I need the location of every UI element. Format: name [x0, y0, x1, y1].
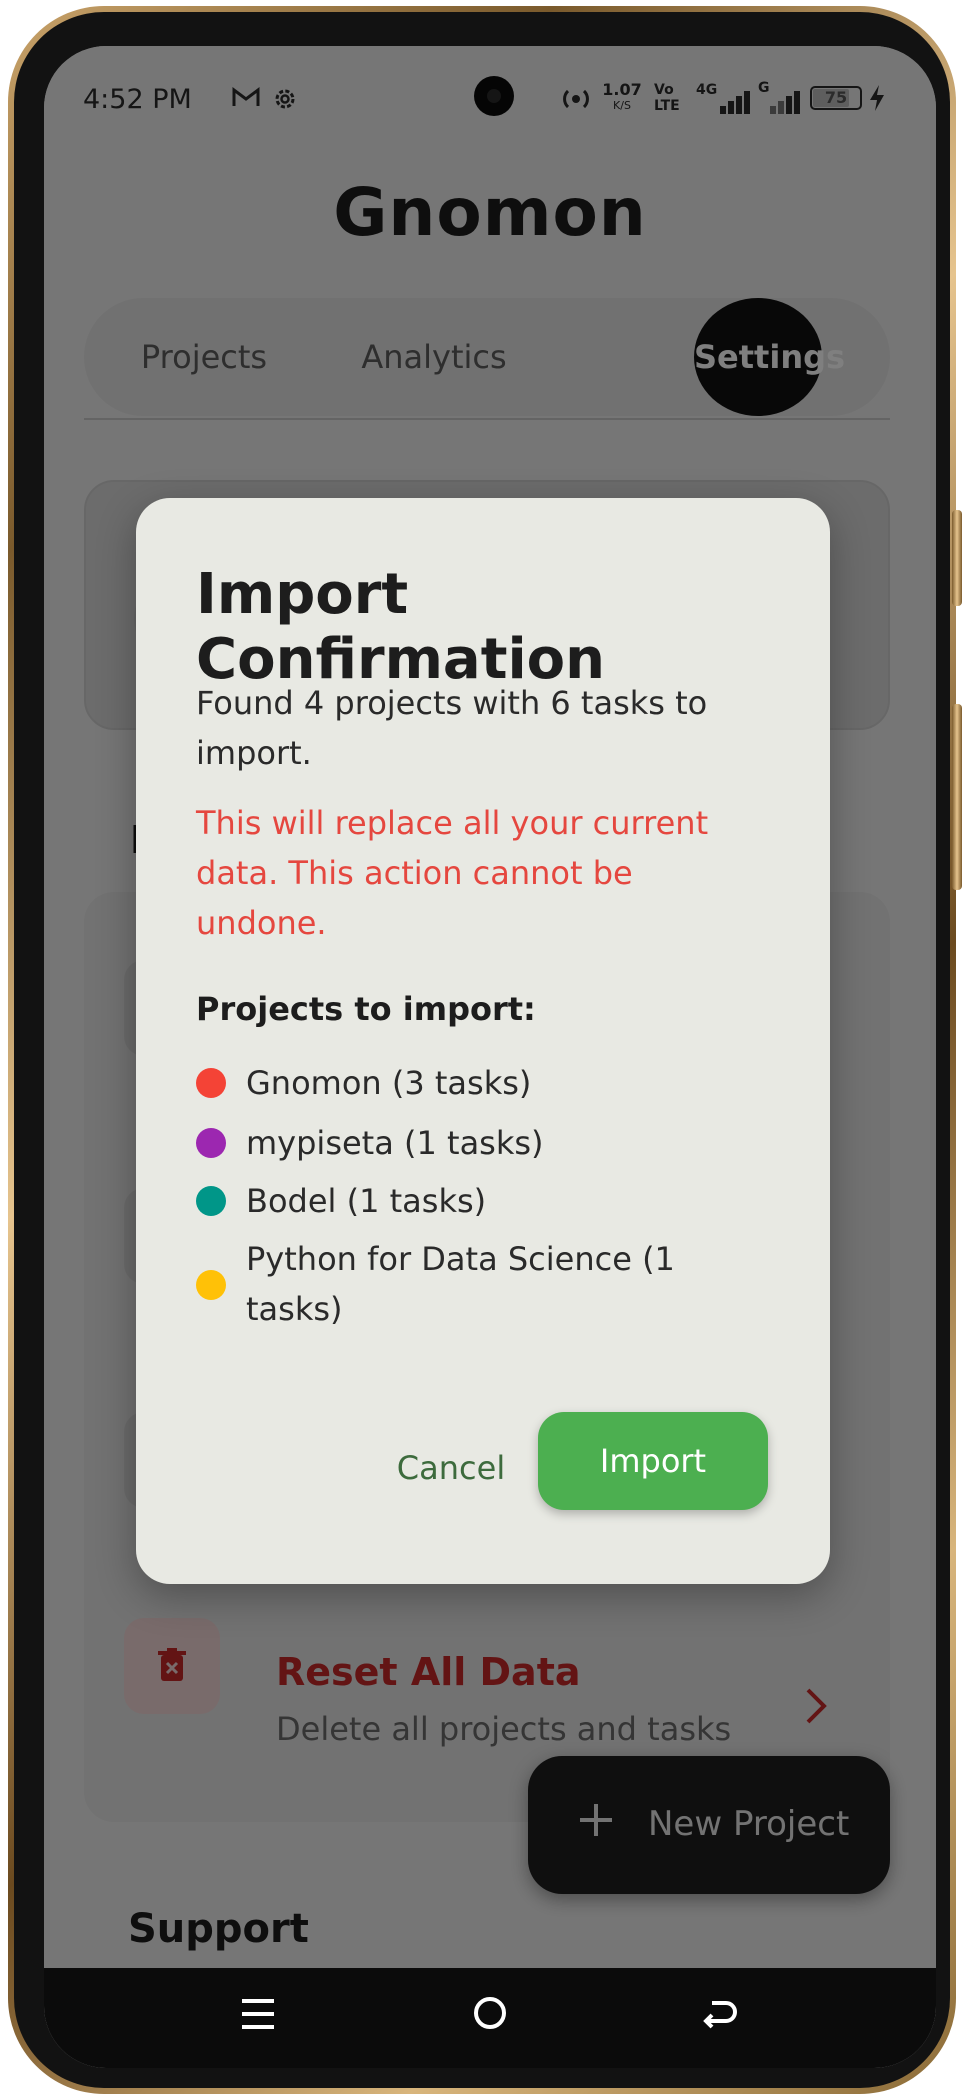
dialog-found-text: Found 4 projects with 6 tasks to import.: [196, 684, 708, 772]
back-icon[interactable]: [688, 1986, 752, 2050]
list-item: Bodel (1 tasks): [196, 1176, 756, 1226]
phone-frame: 4:52 PM 1.07 K/S Vo LTE 4G: [8, 6, 962, 2094]
navigation-bar: [44, 1968, 936, 2068]
list-item: Gnomon (3 tasks): [196, 1058, 756, 1108]
home-icon[interactable]: [458, 1986, 522, 2050]
project-label: Gnomon (3 tasks): [246, 1064, 532, 1102]
dialog-warning-text: This will replace all your current data.…: [196, 804, 709, 942]
project-label: mypiseta (1 tasks): [246, 1124, 544, 1162]
list-item: Python for Data Science (1 tasks): [196, 1234, 756, 1334]
screen: 4:52 PM 1.07 K/S Vo LTE 4G: [44, 46, 936, 2068]
cancel-button[interactable]: Cancel: [376, 1418, 526, 1518]
menu-icon[interactable]: [226, 1986, 290, 2050]
project-color-dot: [196, 1068, 226, 1098]
import-button[interactable]: Import: [538, 1412, 768, 1510]
project-color-dot: [196, 1186, 226, 1216]
dialog-title: Import Confirmation: [196, 562, 606, 692]
import-confirmation-dialog: Import Confirmation Found 4 projects wit…: [136, 498, 830, 1584]
power-button: [952, 704, 962, 890]
project-label: Bodel (1 tasks): [246, 1182, 487, 1220]
project-label: Python for Data Science (1 tasks): [246, 1240, 675, 1328]
project-color-dot: [196, 1270, 226, 1300]
projects-to-import-heading: Projects to import:: [196, 990, 536, 1028]
list-item: mypiseta (1 tasks): [196, 1118, 756, 1168]
project-color-dot: [196, 1128, 226, 1158]
battery-level: 75: [824, 88, 848, 107]
volume-button: [952, 510, 962, 606]
